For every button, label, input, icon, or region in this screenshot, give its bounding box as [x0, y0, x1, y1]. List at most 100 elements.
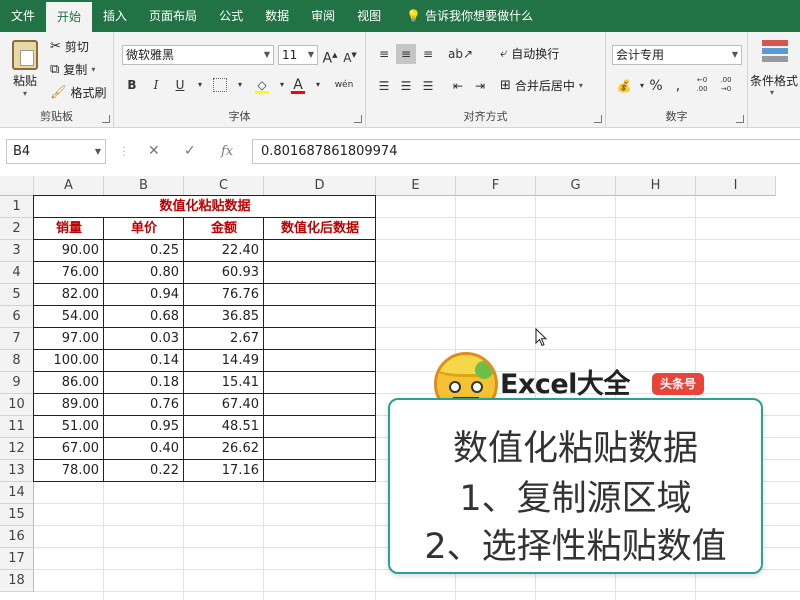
- underline-button[interactable]: U: [170, 75, 190, 95]
- format-painter-button[interactable]: 🖌 格式刷: [50, 84, 107, 101]
- row-header-11[interactable]: 11: [0, 416, 34, 438]
- increase-indent-icon[interactable]: ⇥: [470, 76, 490, 96]
- decrease-font-icon[interactable]: A▼: [340, 45, 360, 65]
- fill-color-icon[interactable]: ◇: [252, 75, 272, 95]
- conditional-format-icon: [762, 40, 788, 68]
- number-launcher-icon[interactable]: [736, 115, 744, 123]
- column-header-i[interactable]: I: [696, 176, 776, 196]
- column-header-f[interactable]: F: [456, 176, 536, 196]
- percent-button[interactable]: %: [646, 76, 666, 96]
- formula-input[interactable]: 0.801687861809974: [252, 139, 800, 164]
- underline-dropdown-icon[interactable]: ▾: [190, 75, 210, 95]
- select-all-corner[interactable]: [0, 176, 34, 196]
- column-header-e[interactable]: E: [376, 176, 456, 196]
- row-header-3[interactable]: 3: [0, 240, 34, 262]
- tab-formulas[interactable]: 公式: [208, 0, 254, 32]
- name-box[interactable]: B4 ▼: [6, 139, 106, 164]
- align-middle-icon[interactable]: ≡: [396, 44, 416, 64]
- column-header-h[interactable]: H: [616, 176, 696, 196]
- font-color-dropdown-icon[interactable]: ▾: [308, 75, 328, 95]
- tab-view[interactable]: 视图: [346, 0, 392, 32]
- confirm-icon[interactable]: ✓: [184, 139, 196, 164]
- paste-button[interactable]: 粘贴 ▾: [6, 38, 44, 98]
- cell-border: [33, 327, 104, 350]
- column-header-b[interactable]: B: [104, 176, 184, 196]
- font-size-combo[interactable]: 11 ▼: [278, 45, 318, 65]
- comma-style-icon[interactable]: ,: [668, 76, 688, 96]
- row-header-4[interactable]: 4: [0, 262, 34, 284]
- wrap-text-button[interactable]: ⤶ 自动换行: [500, 45, 559, 62]
- tab-data[interactable]: 数据: [254, 0, 300, 32]
- cell-border: [33, 415, 104, 438]
- cut-button[interactable]: ✂ 剪切: [50, 38, 89, 55]
- tab-insert[interactable]: 插入: [92, 0, 138, 32]
- column-header-c[interactable]: C: [184, 176, 264, 196]
- font-name-combo[interactable]: 微软雅黑 ▼: [122, 45, 274, 65]
- chevron-down-icon: ▾: [770, 88, 775, 97]
- align-bottom-icon[interactable]: ≡: [418, 44, 438, 64]
- row-header-9[interactable]: 9: [0, 372, 34, 394]
- increase-decimal-icon[interactable]: ←0.00: [692, 76, 712, 96]
- row-header-16[interactable]: 16: [0, 526, 34, 548]
- tab-review[interactable]: 审阅: [300, 0, 346, 32]
- align-center-icon[interactable]: ☰: [396, 76, 416, 96]
- column-header-d[interactable]: D: [264, 176, 376, 196]
- borders-dropdown-icon[interactable]: ▾: [230, 75, 250, 95]
- row-header-5[interactable]: 5: [0, 284, 34, 306]
- tab-page-layout[interactable]: 页面布局: [138, 0, 208, 32]
- paste-icon: [12, 40, 38, 70]
- cell-border: [183, 305, 264, 328]
- number-group: 会计专用 ▼ 💰 ▾ % , ←0.00 .00 →0 数字: [606, 32, 748, 128]
- row-header-1[interactable]: 1: [0, 196, 34, 218]
- tip-step-1: 1、复制源区域: [459, 479, 692, 519]
- clipboard-launcher-icon[interactable]: [102, 115, 110, 123]
- cell-border: [263, 261, 376, 284]
- column-header-a[interactable]: A: [34, 176, 104, 196]
- conditional-format-button[interactable]: 条件格式: [750, 72, 798, 89]
- borders-icon[interactable]: [210, 75, 230, 95]
- row-header-2[interactable]: 2: [0, 218, 34, 240]
- merge-center-label: 合并后居中: [514, 79, 575, 93]
- tab-file[interactable]: 文件: [0, 0, 46, 32]
- column-header-g[interactable]: G: [536, 176, 616, 196]
- align-left-icon[interactable]: ☰: [374, 76, 394, 96]
- decrease-decimal-icon[interactable]: .00 →0: [716, 76, 736, 96]
- alignment-launcher-icon[interactable]: [594, 115, 602, 123]
- decrease-indent-icon[interactable]: ⇤: [448, 76, 468, 96]
- align-top-icon[interactable]: ≡: [374, 44, 394, 64]
- merge-center-button[interactable]: ⊞ 合并后居中 ▾: [500, 77, 583, 94]
- row-header-10[interactable]: 10: [0, 394, 34, 416]
- cell-border: [103, 415, 184, 438]
- cell-border: [103, 327, 184, 350]
- cancel-icon[interactable]: ✕: [148, 139, 160, 164]
- row-header-15[interactable]: 15: [0, 504, 34, 526]
- font-launcher-icon[interactable]: [354, 115, 362, 123]
- increase-font-icon[interactable]: A▲: [320, 45, 340, 67]
- chevron-down-icon: ▼: [94, 147, 101, 156]
- row-header-18[interactable]: 18: [0, 570, 34, 592]
- row-header-12[interactable]: 12: [0, 438, 34, 460]
- number-format-combo[interactable]: 会计专用 ▼: [612, 45, 742, 65]
- cell-border: [103, 305, 184, 328]
- orientation-icon[interactable]: ab↗: [448, 44, 473, 64]
- accounting-icon[interactable]: 💰: [614, 76, 634, 96]
- row-header-8[interactable]: 8: [0, 350, 34, 372]
- cell-border: [183, 349, 264, 372]
- cell-border: [33, 261, 104, 284]
- row-header-7[interactable]: 7: [0, 328, 34, 350]
- phonetic-icon[interactable]: wén: [330, 75, 358, 95]
- row-header-17[interactable]: 17: [0, 548, 34, 570]
- align-right-icon[interactable]: ☰: [418, 76, 438, 96]
- wrap-text-label: 自动换行: [511, 47, 560, 61]
- row-header-14[interactable]: 14: [0, 482, 34, 504]
- italic-button[interactable]: I: [146, 75, 166, 95]
- insert-function-icon[interactable]: fx: [221, 139, 233, 164]
- tell-me-search[interactable]: 💡 告诉我你想要做什么: [392, 0, 533, 32]
- bold-button[interactable]: B: [122, 75, 142, 95]
- copy-button[interactable]: ⧉ 复制 ▾: [50, 61, 95, 78]
- row-header-13[interactable]: 13: [0, 460, 34, 482]
- clipboard-group: 粘贴 ▾ ✂ 剪切 ⧉ 复制 ▾ 🖌 格式刷 剪贴板: [0, 32, 114, 128]
- tab-home[interactable]: 开始: [46, 2, 93, 32]
- font-color-icon[interactable]: A: [288, 75, 308, 95]
- row-header-6[interactable]: 6: [0, 306, 34, 328]
